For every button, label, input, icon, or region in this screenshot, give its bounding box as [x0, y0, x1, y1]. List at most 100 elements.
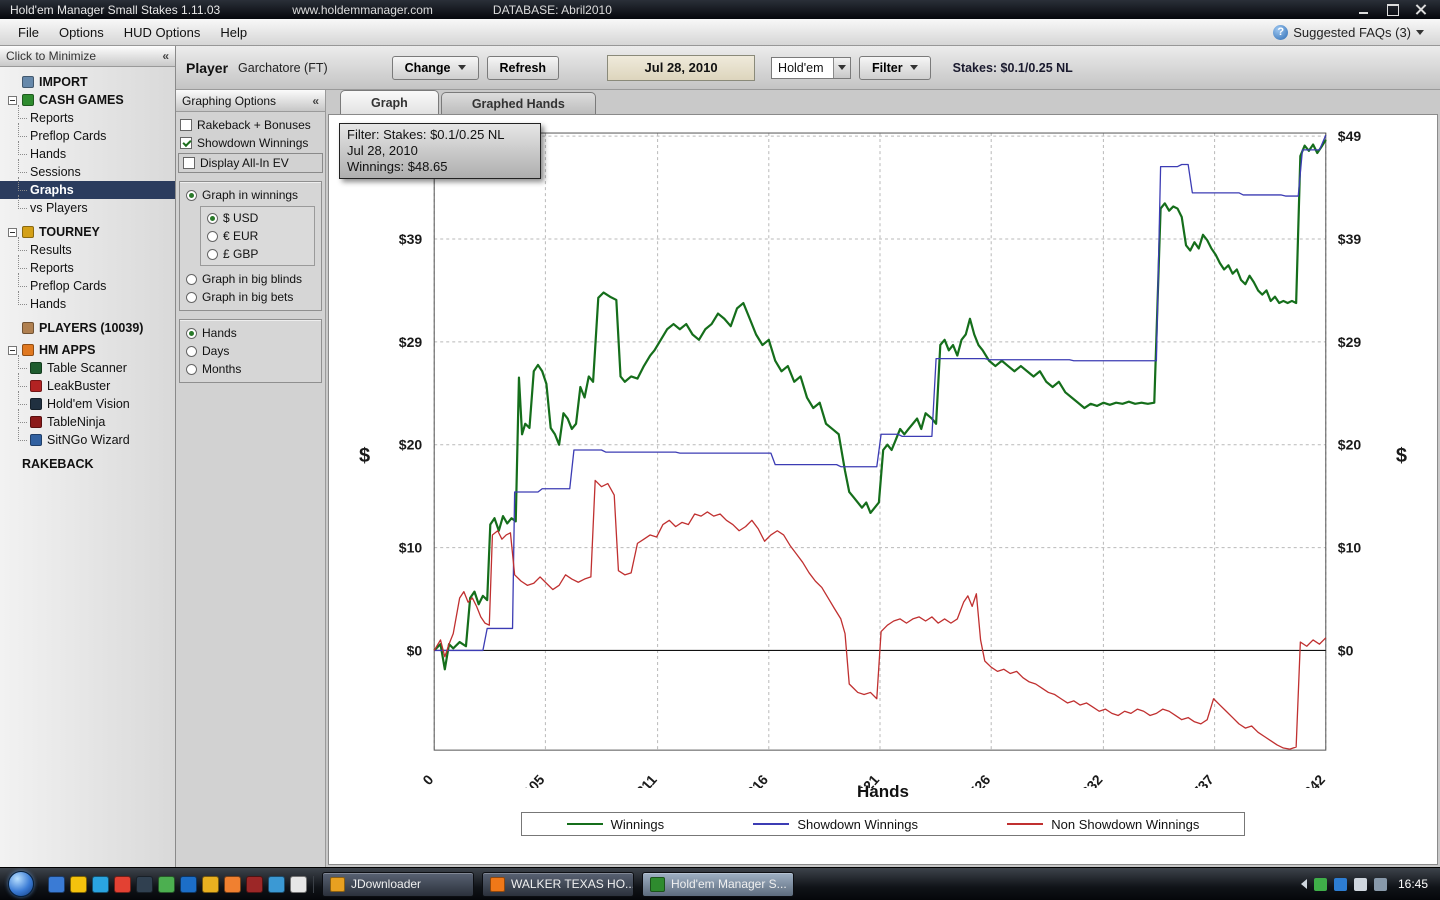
menu-hud-options[interactable]: HUD Options: [114, 21, 211, 44]
quicklaunch-icon-9[interactable]: [224, 875, 241, 893]
quicklaunch-icon-10[interactable]: [246, 875, 263, 893]
graph-in-big-blinds-radio[interactable]: [186, 273, 197, 285]
rakeback-bonuses-checkbox[interactable]: [180, 119, 192, 131]
quicklaunch-icon-6[interactable]: [158, 875, 175, 893]
title-bar: Hold'em Manager Small Stakes 1.11.03 www…: [0, 0, 1440, 19]
network-icon[interactable]: [1353, 877, 1367, 891]
quicklaunch-icon-12[interactable]: [290, 875, 307, 893]
titlebar-url: www.holdemmanager.com: [292, 2, 433, 17]
collapse-node-icon[interactable]: [8, 95, 17, 105]
legend-showdown-winnings: Showdown Winnings: [753, 817, 918, 832]
chevron-down-icon: [838, 65, 847, 70]
graph-in-big-blinds-option[interactable]: Graph in big blinds: [182, 270, 319, 288]
rakeback-bonuses-option[interactable]: Rakeback + Bonuses: [176, 116, 325, 134]
tableninja-icon: [30, 416, 42, 428]
svg-text:$49: $49: [1338, 128, 1362, 144]
quicklaunch-icon-11[interactable]: [268, 875, 285, 893]
days-radio[interactable]: [186, 345, 197, 357]
start-button[interactable]: [8, 871, 34, 897]
change-button[interactable]: Change: [391, 55, 479, 80]
collapse-sidebar-icon[interactable]: «: [162, 49, 169, 63]
sidebar-item-tourney-hands[interactable]: Hands: [0, 291, 175, 313]
sidebar-item-import[interactable]: IMPORT: [0, 73, 175, 91]
refresh-button[interactable]: Refresh: [486, 55, 560, 80]
chart-legend: Winnings Showdown Winnings Non Showdown …: [521, 812, 1245, 837]
maximize-icon[interactable]: [1386, 4, 1400, 16]
quicklaunch-icon-7[interactable]: [180, 875, 197, 893]
y-axis-label-left: $: [359, 444, 371, 467]
select-dropdown-button[interactable]: [833, 57, 851, 78]
graph-in-big-bets-option[interactable]: Graph in big bets: [182, 288, 319, 306]
usd-radio[interactable]: [207, 212, 218, 224]
tab-graphed-hands[interactable]: Graphed Hands: [440, 92, 596, 114]
menu-file[interactable]: File: [8, 21, 49, 44]
winnings-line-icon: [566, 823, 603, 826]
days-option[interactable]: Days: [182, 342, 319, 360]
months-radio[interactable]: [186, 363, 197, 375]
usd-option[interactable]: $ USD: [203, 209, 312, 227]
collapse-panel-icon[interactable]: «: [312, 94, 319, 108]
update-tray-icon[interactable]: [1333, 877, 1347, 891]
task-button-walker-texas[interactable]: WALKER TEXAS HO...: [482, 871, 634, 897]
display-all-in-ev-checkbox[interactable]: [183, 157, 195, 169]
quicklaunch-icon-1[interactable]: [48, 875, 65, 893]
hands-radio[interactable]: [186, 327, 197, 339]
sidebar: Click to Minimize « IMPORT CASH GAMES Re…: [0, 46, 176, 867]
showdown-winnings-checkbox[interactable]: [180, 137, 192, 149]
collapse-node-icon[interactable]: [8, 345, 17, 355]
gbp-option[interactable]: £ GBP: [203, 245, 312, 263]
graph-in-winnings-option[interactable]: Graph in winnings: [182, 186, 319, 204]
svg-text:$20: $20: [399, 437, 423, 453]
legend-non-showdown-winnings: Non Showdown Winnings: [1007, 817, 1199, 832]
sidebar-item-rakeback[interactable]: RAKEBACK: [0, 455, 175, 473]
sidebar-minimize-bar[interactable]: Click to Minimize «: [0, 46, 175, 67]
player-toolbar: Player Garchatore (FT) Change Refresh Ju…: [176, 46, 1440, 90]
task-button-holdem-manager[interactable]: Hold'em Manager S...: [642, 871, 794, 897]
quicklaunch-icon-8[interactable]: [202, 875, 219, 893]
player-name: Garchatore (FT): [238, 60, 328, 75]
date-display[interactable]: Jul 28, 2010: [607, 54, 756, 81]
eur-radio[interactable]: [207, 230, 218, 242]
task-button-jdownloader[interactable]: JDownloader: [322, 871, 474, 897]
quicklaunch-icon-4[interactable]: [114, 875, 131, 893]
sidebar-item-sitngo-wizard[interactable]: SitNGo Wizard: [0, 427, 175, 449]
graph-in-winnings-radio[interactable]: [186, 189, 197, 201]
sidebar-item-players[interactable]: PLAYERS (10039): [0, 319, 175, 337]
quicklaunch-icon-2[interactable]: [70, 875, 87, 893]
showdown-winnings-option[interactable]: Showdown Winnings: [176, 134, 325, 152]
minimize-icon[interactable]: [1358, 4, 1372, 15]
tray-expand-icon[interactable]: [1300, 879, 1307, 889]
game-select[interactable]: Hold'em: [771, 56, 852, 79]
svg-text:632: 632: [1078, 771, 1106, 788]
graphing-options-header[interactable]: Graphing Options «: [176, 90, 325, 112]
close-icon[interactable]: [1414, 4, 1428, 15]
tooltip-date: Jul 28, 2010: [347, 143, 418, 158]
graph-in-big-bets-radio[interactable]: [186, 291, 197, 303]
svg-text:211: 211: [633, 771, 660, 788]
svg-text:526: 526: [966, 771, 994, 788]
gbp-radio[interactable]: [207, 248, 218, 260]
months-option[interactable]: Months: [182, 360, 319, 378]
antivirus-tray-icon[interactable]: [1313, 877, 1327, 891]
holdem-manager-icon: [650, 876, 665, 892]
display-all-in-ev-option[interactable]: Display All-In EV: [178, 153, 323, 173]
chevron-down-icon: [909, 65, 918, 70]
menu-options[interactable]: Options: [49, 21, 114, 44]
holdem-vision-icon: [30, 398, 42, 410]
suggested-faqs-button[interactable]: ? Suggested FAQs (3): [1273, 24, 1432, 40]
hands-option[interactable]: Hands: [182, 324, 319, 342]
quicklaunch-icon-5[interactable]: [136, 875, 153, 893]
svg-text:842: 842: [1300, 771, 1328, 788]
menu-bar: File Options HUD Options Help ? Suggeste…: [0, 19, 1440, 46]
menu-help[interactable]: Help: [210, 21, 257, 44]
eur-option[interactable]: € EUR: [203, 227, 312, 245]
collapse-node-icon[interactable]: [8, 227, 17, 237]
volume-icon[interactable]: [1373, 877, 1387, 891]
tab-graph[interactable]: Graph: [340, 90, 439, 114]
filter-button[interactable]: Filter: [859, 55, 931, 80]
sidebar-item-vs-players[interactable]: vs Players: [0, 195, 175, 217]
quicklaunch-icon-3[interactable]: [92, 875, 109, 893]
clock: 16:45: [1397, 877, 1428, 891]
svg-text:$29: $29: [1338, 334, 1362, 350]
svg-text:$10: $10: [1338, 540, 1362, 556]
